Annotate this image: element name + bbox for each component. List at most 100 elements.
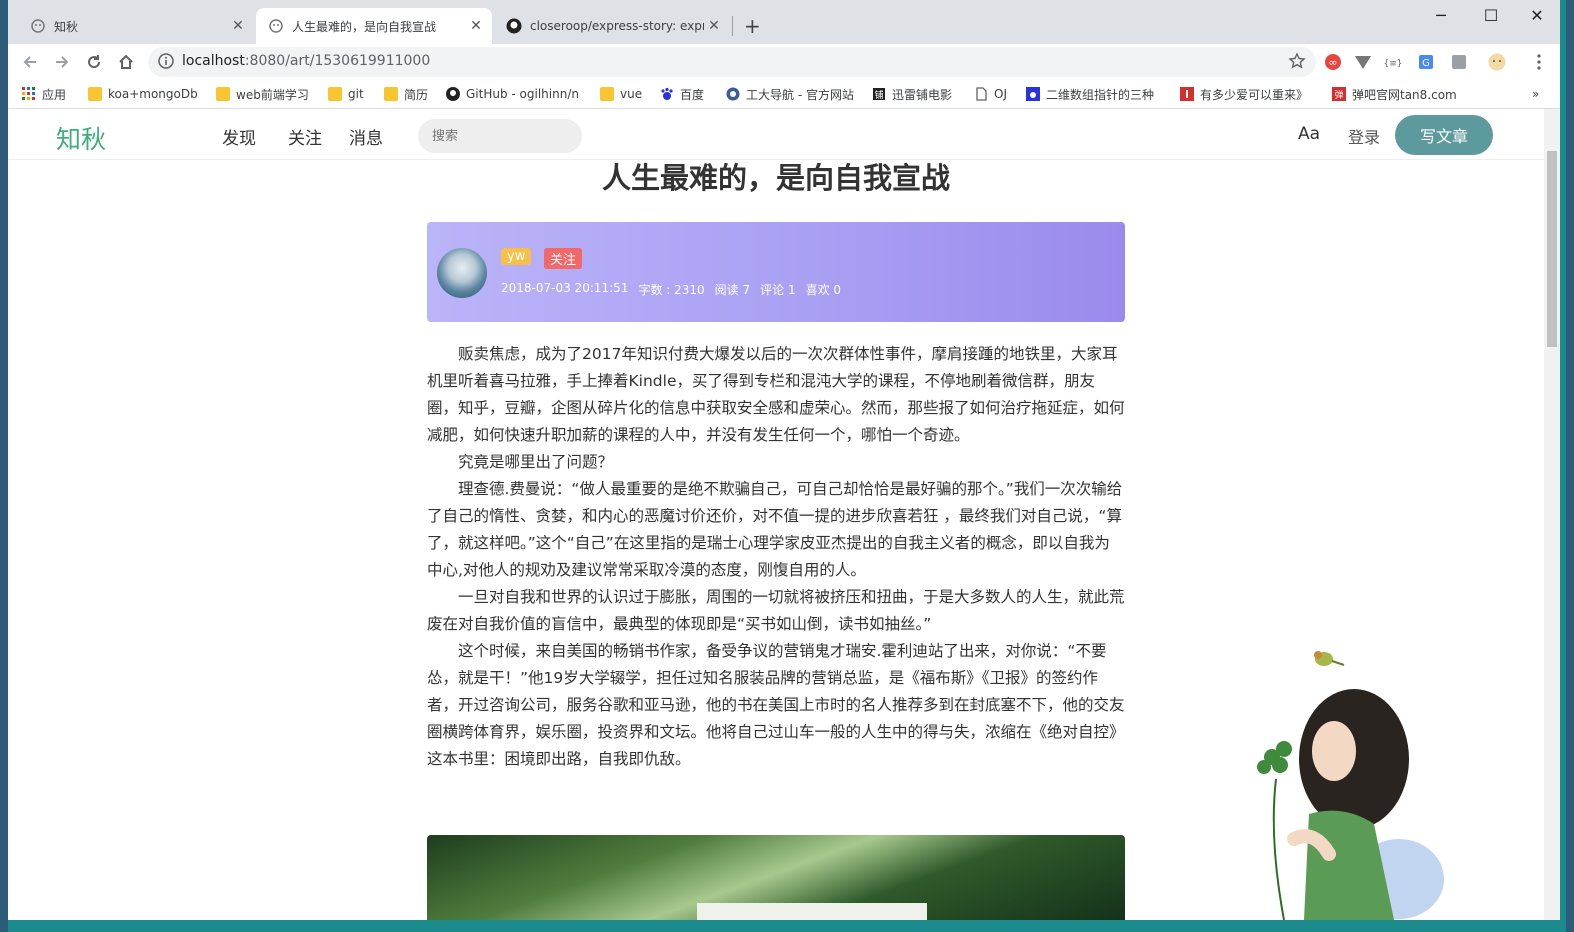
article-meta: 2018-07-03 20:11:51 字数 : 2310 阅读 7 评论 1 …: [501, 281, 841, 298]
meta-comments: 评论 1: [760, 283, 796, 297]
tab-article[interactable]: 人生最难的，是向自我宣战 ✕: [256, 8, 492, 44]
desktop-edge-right: [1566, 0, 1574, 932]
github-icon: [446, 87, 460, 101]
home-icon[interactable]: [114, 50, 138, 74]
article-paragraph: 究竟是哪里出了问题？: [458, 453, 614, 471]
extension-vue-icon[interactable]: [1354, 53, 1372, 71]
girl-illustration: [1257, 651, 1444, 920]
bookmark-gongda[interactable]: 工大导航 - 官方网站: [726, 85, 854, 103]
bookmark-tan8[interactable]: 弹 弹吧官网tan8.com: [1332, 85, 1457, 103]
desktop-edge-left: [0, 0, 8, 932]
reload-icon[interactable]: [82, 50, 106, 74]
bookmark-koa[interactable]: koa+mongoDb: [88, 85, 198, 103]
baidu-paw-icon: [661, 87, 673, 100]
site-logo[interactable]: 知秋: [56, 120, 106, 156]
profile-avatar-icon[interactable]: [1488, 53, 1506, 71]
bookmark-label: web前端学习: [236, 87, 309, 102]
tab-title: 人生最难的，是向自我宣战: [292, 19, 437, 34]
bookmark-pointer[interactable]: 二维数组指针的三种: [1026, 85, 1154, 103]
browser-toolbar: localhost:8080/art/1530619911000 ∞ {≡} G: [8, 44, 1560, 80]
nav-messages[interactable]: 消息: [349, 124, 383, 149]
bookmark-vue[interactable]: vue: [600, 85, 642, 103]
bookmark-label: 二维数组指针的三种: [1046, 87, 1155, 102]
bookmark-github[interactable]: GitHub - ogilhinn/n: [446, 85, 579, 103]
new-tab-icon[interactable]: +: [744, 14, 761, 38]
site-favicon-icon: [30, 18, 46, 34]
write-article-button[interactable]: 写文章: [1395, 115, 1493, 155]
tab-title: closeroop/express-story: expr: [530, 19, 704, 33]
url-path: :8080/art/1530619911000: [244, 53, 431, 69]
close-tab-icon[interactable]: ✕: [466, 18, 486, 34]
nav-follow[interactable]: 关注: [288, 124, 322, 149]
bookmark-xunlei[interactable]: 铺 迅雷铺电影: [872, 85, 952, 103]
menu-kebab-icon[interactable]: [1530, 53, 1548, 71]
bookmark-star-icon[interactable]: [1288, 52, 1306, 74]
forward-icon[interactable]: [50, 50, 74, 74]
extension-translate-icon[interactable]: G: [1418, 53, 1436, 71]
nav-discover[interactable]: 发现: [222, 124, 256, 149]
article-paragraph: 贩卖焦虑，成为了2017年知识付费大爆发以后的一次次群体性事件，摩肩接踵的地铁里…: [427, 345, 1125, 444]
bookmark-label: 简历: [404, 87, 429, 102]
bookmarks-overflow-icon[interactable]: »: [1532, 85, 1539, 103]
bookmark-oj[interactable]: OJ: [974, 85, 1007, 103]
address-bar[interactable]: localhost:8080/art/1530619911000: [148, 47, 1316, 77]
apps-grid-icon: [22, 87, 35, 100]
author-name-badge[interactable]: yw: [501, 248, 532, 265]
page-viewport: 知秋 发现 关注 消息 Aa 登录 写文章 人生最难的，是向自我宣战 yw 关注…: [8, 109, 1544, 920]
bookmark-song[interactable]: 有多少爱可以重来》: [1180, 85, 1308, 103]
tab-strip: 知秋 ✕ 人生最难的，是向自我宣战 ✕ closeroop/express-st…: [8, 0, 1560, 44]
svg-text:弹: 弹: [1334, 89, 1343, 101]
author-card: yw 关注 2018-07-03 20:11:51 字数 : 2310 阅读 7…: [427, 222, 1125, 322]
svg-text:铺: 铺: [874, 89, 883, 101]
tab-github[interactable]: closeroop/express-story: expr ✕: [494, 8, 730, 44]
university-icon: [726, 87, 740, 101]
meta-date: 2018-07-03 20:11:51: [501, 281, 629, 295]
folder-icon: [384, 87, 398, 101]
avatar[interactable]: [437, 248, 487, 298]
bookmark-label: vue: [620, 87, 643, 101]
site-header: 知秋 发现 关注 消息 Aa 登录 写文章: [8, 109, 1544, 160]
search-input[interactable]: [418, 119, 582, 153]
bookmark-baidu[interactable]: 百度: [660, 85, 704, 103]
meta-likes: 喜欢 0: [805, 283, 842, 297]
bookmark-web[interactable]: web前端学习: [216, 85, 309, 103]
close-window-icon[interactable]: ✕: [1514, 6, 1560, 25]
tab-title: 知秋: [54, 19, 79, 34]
article-title: 人生最难的，是向自我宣战: [601, 161, 950, 195]
close-tab-icon[interactable]: ✕: [228, 18, 248, 34]
page-icon: [976, 87, 987, 101]
folder-icon: [88, 87, 102, 101]
article-body: 贩卖焦虑，成为了2017年知识付费大爆发以后的一次次群体性事件，摩肩接踵的地铁里…: [427, 341, 1125, 773]
extension-infinity-icon[interactable]: ∞: [1324, 53, 1342, 71]
minimize-icon[interactable]: ─: [1418, 6, 1464, 25]
info-icon[interactable]: [158, 53, 174, 73]
bookmark-apps[interactable]: 应用: [22, 85, 66, 103]
login-link[interactable]: 登录: [1348, 124, 1380, 148]
bookmark-git[interactable]: git: [328, 85, 364, 103]
article-paragraph: 一旦对自我和世界的认识过于膨胀，周围的一切就将被挤压和扭曲，于是大多数人的人生，…: [427, 588, 1125, 633]
scrollbar-thumb[interactable]: [1547, 151, 1557, 347]
site-favicon-icon: [268, 18, 284, 34]
bookmark-label: 有多少爱可以重来》: [1200, 87, 1309, 102]
page-scrollbar[interactable]: [1544, 109, 1560, 920]
movie-site-icon: 铺: [873, 88, 885, 101]
font-size-toggle[interactable]: Aa: [1298, 124, 1320, 144]
bookmark-label: git: [348, 87, 364, 101]
bookmark-label: 弹吧官网tan8.com: [1352, 87, 1457, 102]
extension-tool-icon[interactable]: [1450, 53, 1468, 71]
back-icon[interactable]: [18, 50, 42, 74]
maximize-icon[interactable]: ☐: [1468, 6, 1514, 25]
svg-text:∞: ∞: [1328, 56, 1337, 69]
extension-json-icon[interactable]: {≡}: [1384, 53, 1402, 71]
follow-button[interactable]: 关注: [544, 248, 583, 269]
bookmark-label: 迅雷铺电影: [892, 87, 953, 102]
meta-reads: 阅读 7: [714, 283, 751, 297]
bookmark-resume[interactable]: 简历: [384, 85, 428, 103]
svg-text:G: G: [1422, 58, 1430, 69]
tan8-icon: 弹: [1332, 87, 1346, 101]
url-text[interactable]: localhost:8080/art/1530619911000: [182, 53, 430, 69]
tab-separator: [732, 16, 733, 36]
close-tab-icon[interactable]: ✕: [704, 18, 724, 34]
tab-zhiqiu[interactable]: 知秋 ✕: [18, 8, 254, 44]
github-icon: [506, 18, 522, 34]
